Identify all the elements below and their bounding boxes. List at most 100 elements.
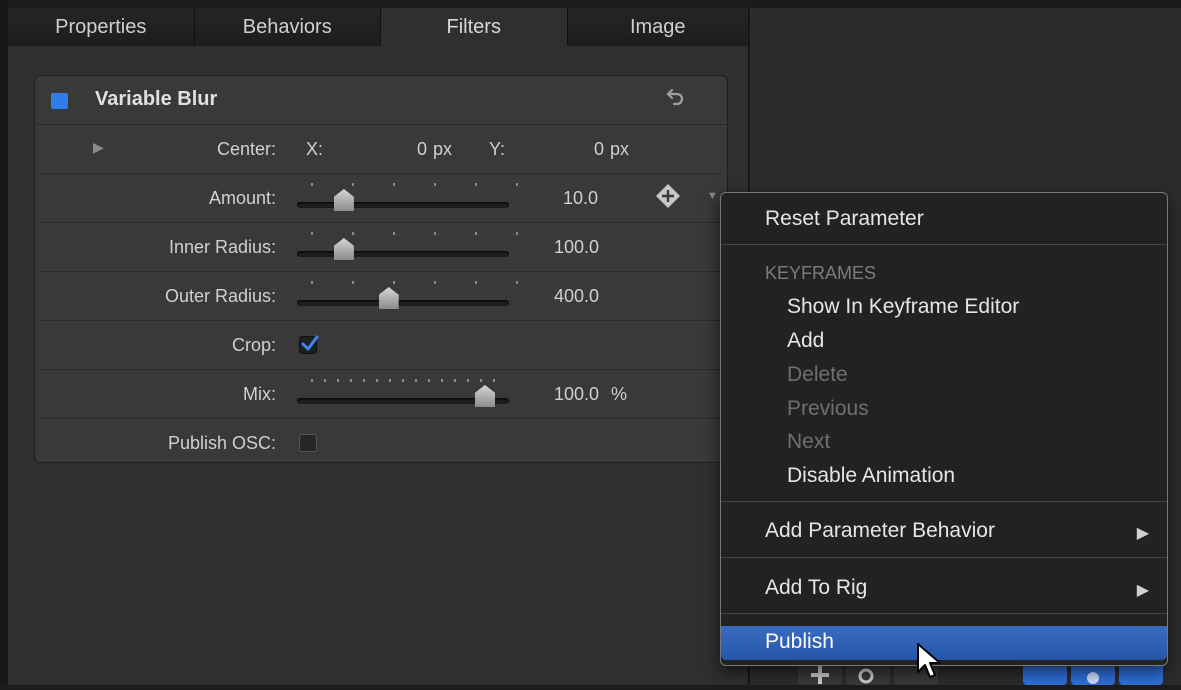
slider-knob[interactable] — [475, 385, 495, 407]
disclosure-triangle-icon[interactable]: ▶ — [93, 139, 104, 156]
slider-tick — [363, 379, 365, 382]
filter-title: Variable Blur — [95, 88, 218, 110]
slider-tick — [324, 379, 326, 382]
slider-tick — [467, 379, 469, 382]
slider-tick — [393, 183, 395, 186]
slider-tick — [376, 379, 378, 382]
mix-slider[interactable] — [297, 376, 509, 410]
slider-tick — [311, 183, 313, 186]
amount-slider[interactable] — [297, 180, 518, 214]
slider-tick — [516, 183, 518, 186]
inspector-tabs: Properties Behaviors Filters Image — [8, 8, 749, 46]
menu-item-label: Add Parameter Behavior — [765, 519, 995, 542]
slider-tick — [454, 379, 456, 382]
window-edge — [0, 0, 8, 685]
menu-item-label: Show In Keyframe Editor — [787, 295, 1020, 318]
slider-tick — [434, 183, 436, 186]
menu-item-reset-parameter[interactable]: Reset Parameter — [721, 203, 1167, 235]
param-label-outer-radius: Outer Radius: — [164, 286, 276, 306]
param-label-inner-radius: Inner Radius: — [168, 237, 276, 257]
crop-checkbox[interactable] — [299, 335, 319, 354]
slider-knob[interactable] — [333, 238, 354, 260]
menu-item-label: Publish — [765, 630, 834, 653]
slider-tick — [352, 232, 354, 235]
filter-header: Variable Blur — [35, 76, 727, 125]
slider-tick — [311, 379, 313, 382]
slider-tick — [337, 379, 339, 382]
param-row-crop: Crop: — [41, 321, 721, 370]
tab-properties[interactable]: Properties — [8, 8, 195, 46]
menu-item-label: Reset Parameter — [765, 207, 924, 230]
add-keyframe-icon[interactable] — [655, 183, 681, 209]
filter-variable-blur: Variable Blur ▶ Center: X: 0 px Y: 0 px … — [34, 75, 728, 463]
slider-tick — [393, 232, 395, 235]
param-row-publish-osc: Publish OSC: — [41, 419, 721, 467]
mouse-pointer-icon — [917, 643, 941, 678]
tab-behaviors[interactable]: Behaviors — [194, 8, 381, 46]
submenu-arrow-icon: ▶ — [1136, 582, 1149, 599]
slider-tick — [428, 379, 430, 382]
slider-tick — [493, 379, 495, 382]
slider-tick — [475, 281, 477, 284]
menu-item-label: Add To Rig — [765, 576, 868, 599]
tab-image[interactable]: Image — [567, 8, 749, 46]
inspector-panel: Properties Behaviors Filters Image Varia… — [8, 8, 749, 685]
slider-tick — [415, 379, 417, 382]
inner-radius-value[interactable]: 100.0 — [554, 237, 599, 258]
menu-section-keyframes: KEYFRAMES — [765, 263, 877, 283]
slider-track — [297, 300, 509, 306]
submenu-arrow-icon: ▶ — [1136, 525, 1149, 542]
param-label-amount: Amount: — [208, 188, 276, 208]
slider-tick — [434, 281, 436, 284]
menu-item-disable-animation[interactable]: Disable Animation — [721, 460, 1167, 492]
slider-tick — [389, 379, 391, 382]
menu-item-add-to-rig[interactable]: Add To Rig ▶ — [721, 572, 1167, 604]
undo-arrow-icon[interactable] — [665, 86, 687, 115]
tab-filters[interactable]: Filters — [381, 8, 568, 46]
slider-tick — [352, 281, 354, 284]
param-row-mix: Mix: 100.0 % — [41, 370, 721, 419]
slider-track — [297, 202, 509, 208]
menu-separator — [721, 244, 1167, 245]
param-label-publish-osc: Publish OSC: — [167, 433, 276, 453]
menu-item-add-parameter-behavior[interactable]: Add Parameter Behavior ▶ — [721, 515, 1167, 547]
menu-item-delete: Delete — [721, 359, 1167, 391]
param-label-mix: Mix: — [243, 384, 276, 404]
center-x-label: X: — [306, 139, 324, 159]
menu-item-label: Next — [787, 430, 831, 453]
slider-knob[interactable] — [378, 287, 399, 309]
center-x-value[interactable]: 0 — [417, 139, 427, 160]
mix-unit: % — [611, 384, 628, 404]
panel-top-strip — [750, 0, 1181, 8]
param-row-inner-radius: Inner Radius: 100.0 — [41, 223, 721, 272]
slider-tick — [441, 379, 443, 382]
outer-radius-slider[interactable] — [297, 278, 518, 312]
param-label-crop: Crop: — [231, 335, 276, 355]
menu-item-add[interactable]: Add — [721, 325, 1167, 357]
amount-value[interactable]: 10.0 — [563, 188, 598, 209]
menu-item-publish[interactable]: Publish — [721, 626, 1167, 660]
menu-item-show-in-keyframe-editor[interactable]: Show In Keyframe Editor — [721, 291, 1167, 323]
menu-separator — [721, 501, 1167, 502]
menu-separator — [721, 557, 1167, 558]
menu-item-next: Next — [721, 426, 1167, 458]
parameter-menu-arrow-icon[interactable]: ▼ — [707, 190, 718, 202]
param-row-outer-radius: Outer Radius: 400.0 — [41, 272, 721, 321]
menu-separator — [721, 613, 1167, 614]
slider-tick — [434, 232, 436, 235]
slider-track — [297, 251, 509, 257]
outer-radius-value[interactable]: 400.0 — [554, 286, 599, 307]
center-y-label: Y: — [489, 139, 506, 159]
publish-osc-checkbox[interactable] — [299, 434, 317, 452]
slider-tick — [516, 281, 518, 284]
filter-enable-checkbox[interactable] — [51, 93, 68, 109]
menu-item-previous: Previous — [721, 393, 1167, 425]
param-row-amount: Amount: 10.0 ▼ — [41, 174, 721, 223]
checkmark-icon — [301, 335, 319, 351]
slider-tick — [480, 379, 482, 382]
slider-knob[interactable] — [333, 189, 354, 211]
inner-radius-slider[interactable] — [297, 229, 518, 263]
mix-value[interactable]: 100.0 — [554, 384, 599, 405]
slider-tick — [311, 281, 313, 284]
center-y-value[interactable]: 0 — [594, 139, 604, 160]
